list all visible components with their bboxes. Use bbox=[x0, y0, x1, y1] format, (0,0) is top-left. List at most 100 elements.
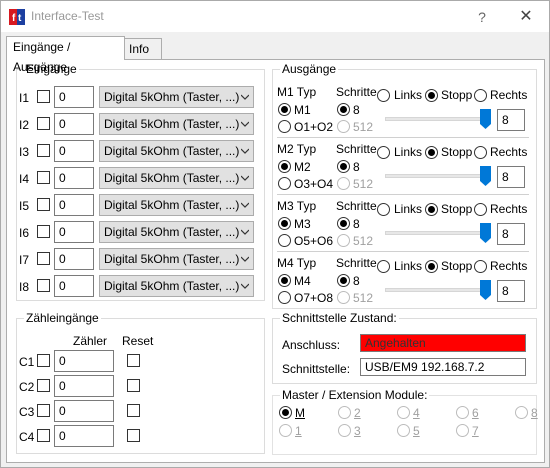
module-label-3: 3 bbox=[354, 424, 361, 438]
input-mode-select[interactable]: Digital 5kOhm (Taster, ...) bbox=[99, 86, 254, 108]
module-label-6: 6 bbox=[472, 406, 479, 420]
tab-info[interactable]: Info bbox=[124, 38, 162, 59]
steps-8-radio[interactable] bbox=[337, 103, 350, 116]
direction-left-radio[interactable] bbox=[377, 260, 390, 273]
direction-right-radio[interactable] bbox=[474, 260, 487, 273]
direction-stop-label: Stopp bbox=[441, 88, 473, 102]
chevron-down-icon bbox=[241, 148, 249, 154]
speed-slider-thumb[interactable] bbox=[480, 166, 491, 186]
motor-separator bbox=[277, 251, 529, 252]
speed-slider-track[interactable] bbox=[385, 288, 485, 292]
input-label: I6 bbox=[19, 226, 30, 240]
counter-label: C4 bbox=[19, 430, 35, 444]
input-mode-select[interactable]: Digital 5kOhm (Taster, ...) bbox=[99, 248, 254, 270]
motor-type-motor-label: M1 bbox=[294, 103, 311, 117]
motor-type-radio[interactable] bbox=[278, 160, 291, 173]
speed-value[interactable]: 8 bbox=[497, 280, 525, 302]
speed-slider-track[interactable] bbox=[385, 231, 485, 235]
steps-8-radio[interactable] bbox=[337, 274, 350, 287]
counter-value[interactable]: 0 bbox=[54, 425, 114, 447]
counter-value[interactable]: 0 bbox=[54, 400, 114, 422]
module-label-2: 2 bbox=[354, 406, 361, 420]
motor-type-radio[interactable] bbox=[278, 103, 291, 116]
counter-checkbox[interactable] bbox=[37, 354, 50, 367]
direction-left-label: Links bbox=[394, 145, 423, 159]
input-checkbox[interactable] bbox=[37, 225, 50, 238]
direction-left-radio[interactable] bbox=[377, 146, 390, 159]
motor-type-radio[interactable] bbox=[278, 217, 291, 230]
counter-checkbox[interactable] bbox=[37, 404, 50, 417]
counter-value[interactable]: 0 bbox=[54, 350, 114, 372]
input-value[interactable]: 0 bbox=[54, 248, 94, 270]
input-checkbox[interactable] bbox=[37, 117, 50, 130]
direction-left-radio[interactable] bbox=[377, 203, 390, 216]
input-value[interactable]: 0 bbox=[54, 167, 94, 189]
counter-reset-checkbox[interactable] bbox=[127, 354, 140, 367]
speed-value[interactable]: 8 bbox=[497, 223, 525, 245]
counter-reset-checkbox[interactable] bbox=[127, 429, 140, 442]
input-value[interactable]: 0 bbox=[54, 140, 94, 162]
module-radio-8 bbox=[515, 406, 528, 419]
input-mode-select[interactable]: Digital 5kOhm (Taster, ...) bbox=[99, 167, 254, 189]
speed-slider-track[interactable] bbox=[385, 174, 485, 178]
speed-value[interactable]: 8 bbox=[497, 166, 525, 188]
speed-slider-track[interactable] bbox=[385, 117, 485, 121]
output-type-label: O5+O6 bbox=[294, 234, 334, 248]
output-type-radio[interactable] bbox=[278, 234, 291, 247]
port-label: Schnittstelle: bbox=[282, 362, 351, 376]
input-checkbox[interactable] bbox=[37, 144, 50, 157]
direction-left-radio[interactable] bbox=[377, 89, 390, 102]
counter-reset-checkbox[interactable] bbox=[127, 379, 140, 392]
input-value[interactable]: 0 bbox=[54, 86, 94, 108]
input-mode-select[interactable]: Digital 5kOhm (Taster, ...) bbox=[99, 275, 254, 297]
counter-reset-checkbox[interactable] bbox=[127, 404, 140, 417]
direction-stop-radio[interactable] bbox=[425, 146, 438, 159]
direction-stop-radio[interactable] bbox=[425, 260, 438, 273]
speed-slider-thumb[interactable] bbox=[480, 223, 491, 243]
module-radio-2 bbox=[338, 406, 351, 419]
reset-column-header: Reset bbox=[122, 334, 154, 348]
output-type-radio[interactable] bbox=[278, 177, 291, 190]
input-label: I2 bbox=[19, 118, 30, 132]
tab-inputs-outputs[interactable]: Eingänge / Ausgänge bbox=[6, 36, 125, 74]
output-type-radio[interactable] bbox=[278, 120, 291, 133]
speed-value[interactable]: 8 bbox=[497, 109, 525, 131]
input-value[interactable]: 0 bbox=[54, 221, 94, 243]
direction-stop-label: Stopp bbox=[441, 202, 473, 216]
steps-8-radio[interactable] bbox=[337, 217, 350, 230]
input-value[interactable]: 0 bbox=[54, 113, 94, 135]
speed-slider-thumb[interactable] bbox=[480, 109, 491, 129]
input-mode-select[interactable]: Digital 5kOhm (Taster, ...) bbox=[99, 194, 254, 216]
output-type-label: O7+O8 bbox=[294, 291, 334, 305]
input-checkbox[interactable] bbox=[37, 171, 50, 184]
direction-right-radio[interactable] bbox=[474, 89, 487, 102]
connection-status: Angehalten bbox=[360, 334, 526, 352]
input-checkbox[interactable] bbox=[37, 198, 50, 211]
input-mode-select[interactable]: Digital 5kOhm (Taster, ...) bbox=[99, 221, 254, 243]
help-button[interactable]: ? bbox=[467, 5, 497, 29]
input-checkbox[interactable] bbox=[37, 90, 50, 103]
input-checkbox[interactable] bbox=[37, 279, 50, 292]
steps-8-radio[interactable] bbox=[337, 160, 350, 173]
speed-slider-thumb[interactable] bbox=[480, 280, 491, 300]
module-radio-6 bbox=[456, 406, 469, 419]
motor-type-radio[interactable] bbox=[278, 274, 291, 287]
direction-stop-radio[interactable] bbox=[425, 89, 438, 102]
direction-right-radio[interactable] bbox=[474, 203, 487, 216]
input-mode-select[interactable]: Digital 5kOhm (Taster, ...) bbox=[99, 140, 254, 162]
direction-right-radio[interactable] bbox=[474, 146, 487, 159]
module-radio-M[interactable] bbox=[279, 406, 292, 419]
input-label: I8 bbox=[19, 280, 30, 294]
direction-stop-radio[interactable] bbox=[425, 203, 438, 216]
input-value[interactable]: 0 bbox=[54, 194, 94, 216]
interface-group-title: Schnittstelle Zustand: bbox=[280, 311, 399, 325]
output-type-radio[interactable] bbox=[278, 291, 291, 304]
input-mode-select[interactable]: Digital 5kOhm (Taster, ...) bbox=[99, 113, 254, 135]
input-value[interactable]: 0 bbox=[54, 275, 94, 297]
close-button[interactable]: ✕ bbox=[507, 5, 545, 29]
input-checkbox[interactable] bbox=[37, 252, 50, 265]
input-mode-text: Digital 5kOhm (Taster, ...) bbox=[104, 144, 240, 158]
counter-checkbox[interactable] bbox=[37, 429, 50, 442]
counter-value[interactable]: 0 bbox=[54, 375, 114, 397]
counter-checkbox[interactable] bbox=[37, 379, 50, 392]
